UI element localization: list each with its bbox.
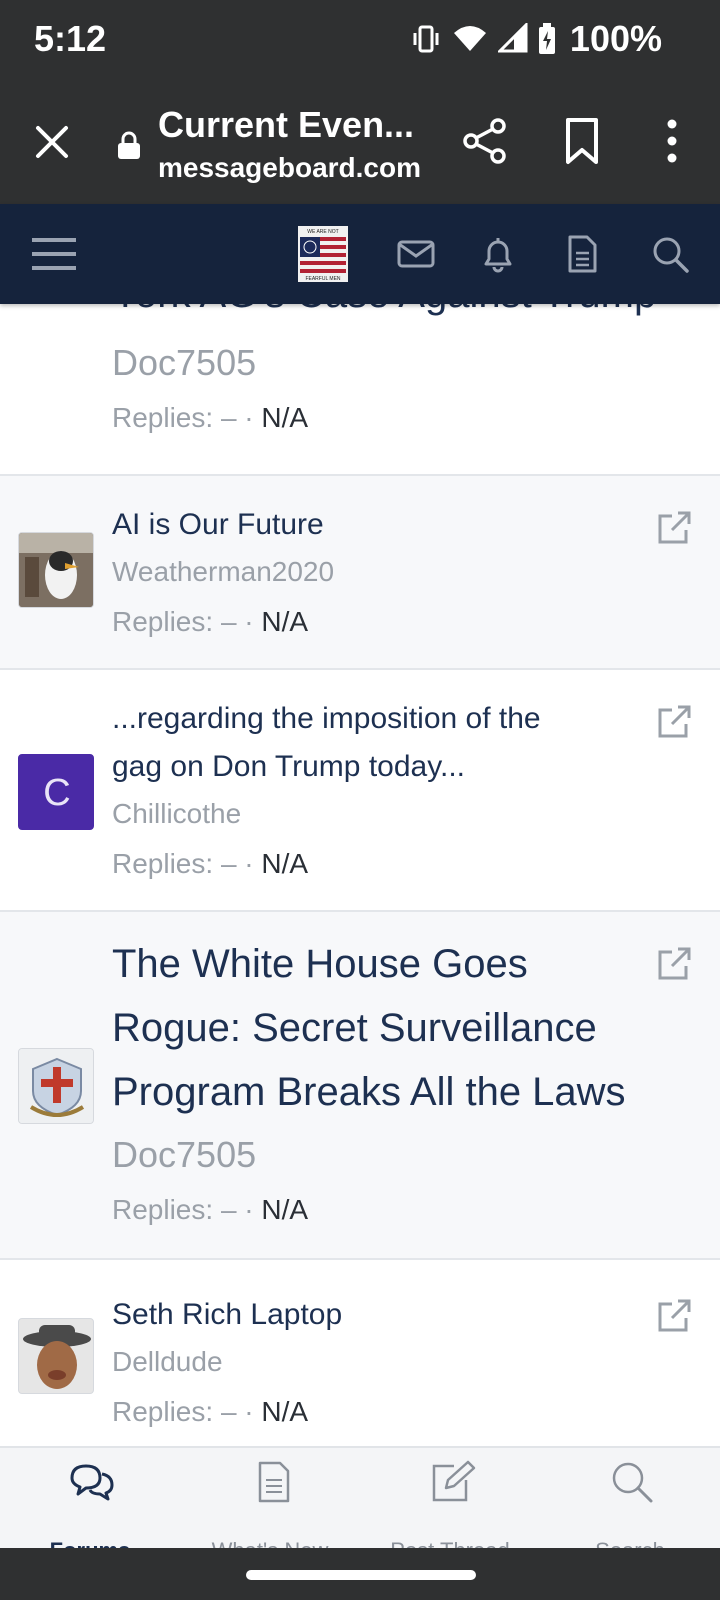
wifi-icon [453, 26, 486, 51]
thread-meta: Replies: – · N/A [112, 848, 308, 880]
thread-title-line-2[interactable]: gag on Don Trump today... [112, 750, 465, 784]
replies-label: Replies: [112, 606, 214, 637]
external-link-icon[interactable] [656, 510, 692, 546]
replies-separator: – · [220, 1396, 254, 1427]
replies-value: N/A [261, 402, 309, 433]
signal-icon [497, 23, 528, 53]
thread-row[interactable]: The White House Goes Rogue: Secret Surve… [0, 912, 720, 1260]
thread-meta: Replies: – · N/A [112, 1396, 308, 1428]
vibrate-icon [413, 25, 439, 53]
logo-bottom-text: FEARFUL MEN [305, 276, 340, 282]
replies-label: Replies: [112, 1194, 214, 1225]
replies-separator: – · [220, 1194, 254, 1225]
thread-list: York AG's Case Against Trump Doc7505 Rep… [0, 272, 720, 1460]
status-icons: 100% [410, 18, 662, 60]
battery-percent: 100% [569, 18, 662, 59]
thread-row[interactable]: York AG's Case Against Trump Doc7505 Rep… [0, 272, 720, 476]
tab-forums[interactable]: Forums [0, 1448, 180, 1548]
thread-meta: Replies: – · N/A [112, 606, 308, 638]
external-link-icon[interactable] [656, 946, 692, 982]
avatar-image [19, 533, 93, 607]
external-link-icon[interactable] [656, 704, 692, 740]
replies-value: N/A [261, 1396, 309, 1427]
page-title[interactable]: Current Even... [158, 104, 414, 146]
bell-icon[interactable] [478, 234, 518, 274]
forums-icon [70, 1464, 114, 1501]
thread-row[interactable]: C ...regarding the imposition of the gag… [0, 670, 720, 912]
thread-row[interactable]: AI is Our Future Weatherman2020 Replies:… [0, 476, 720, 670]
replies-separator: – · [220, 606, 254, 637]
thread-author[interactable]: Delldude [112, 1346, 223, 1378]
close-icon[interactable] [28, 118, 76, 166]
replies-value: N/A [261, 606, 309, 637]
thread-title-line-1[interactable]: ...regarding the imposition of the [112, 702, 541, 736]
edit-icon [432, 1460, 476, 1502]
thread-author[interactable]: Chillicothe [112, 798, 241, 830]
avatar[interactable] [18, 1048, 94, 1124]
tab-post-thread[interactable]: Post Thread [360, 1448, 540, 1548]
external-link-icon[interactable] [656, 1298, 692, 1334]
browser-toolbar: Current Even... messageboard.com [0, 86, 720, 204]
avatar-letter: C [43, 772, 71, 814]
thread-author[interactable]: Doc7505 [112, 1134, 256, 1176]
avatar-photo [19, 1319, 93, 1393]
home-gesture-handle[interactable] [246, 1570, 476, 1580]
forum-header: WE ARE NOT FEARFUL MEN [0, 204, 720, 304]
thread-author[interactable]: Doc7505 [112, 342, 256, 384]
status-time: 5:12 [34, 18, 107, 59]
thread-meta: Replies: – · N/A [112, 1194, 308, 1226]
avatar[interactable]: C [18, 754, 94, 830]
mail-icon[interactable] [396, 234, 436, 274]
search-icon [612, 1462, 653, 1503]
flag-logo-icon: WE ARE NOT FEARFUL MEN [298, 226, 348, 282]
thread-row[interactable]: Seth Rich Laptop Delldude Replies: – · N… [0, 1260, 720, 1460]
search-icon[interactable] [650, 234, 690, 274]
avatar[interactable] [18, 532, 94, 608]
thread-author[interactable]: Weatherman2020 [112, 556, 334, 588]
system-nav-bar [0, 1548, 720, 1600]
status-bar: 5:12 100% [0, 0, 720, 86]
replies-label: Replies: [112, 848, 214, 879]
bookmark-icon[interactable] [560, 116, 604, 166]
menu-icon[interactable] [32, 234, 76, 274]
avatar[interactable] [18, 1318, 94, 1394]
replies-separator: – · [220, 848, 254, 879]
replies-value: N/A [261, 1194, 309, 1225]
replies-separator: – · [220, 402, 254, 433]
logo-top-text: WE ARE NOT [307, 229, 338, 235]
replies-value: N/A [261, 848, 309, 879]
replies-label: Replies: [112, 1396, 214, 1427]
thread-title-line-3[interactable]: Program Breaks All the Laws [112, 1070, 626, 1115]
document-icon[interactable] [562, 234, 602, 274]
thread-title[interactable]: Seth Rich Laptop [112, 1298, 342, 1332]
tab-label: Post Thread [360, 1538, 540, 1548]
avatar-emblem [19, 1049, 93, 1123]
thread-title-line-2[interactable]: Rogue: Secret Surveillance [112, 1006, 597, 1051]
thread-meta: Replies: – · N/A [112, 402, 308, 434]
thread-title-line-1[interactable]: The White House Goes [112, 942, 528, 987]
site-logo[interactable]: WE ARE NOT FEARFUL MEN [298, 226, 348, 282]
more-options-icon[interactable] [652, 116, 692, 166]
share-icon[interactable] [462, 118, 508, 164]
document-icon [258, 1461, 290, 1503]
replies-label: Replies: [112, 402, 214, 433]
tab-label: What's New [180, 1538, 360, 1548]
bottom-tab-bar: Forums What's New Post Thread Search [0, 1446, 720, 1548]
thread-title[interactable]: AI is Our Future [112, 508, 324, 542]
lock-icon [118, 131, 140, 159]
tab-search[interactable]: Search [540, 1448, 720, 1548]
page-url[interactable]: messageboard.com [158, 152, 421, 184]
battery-icon [538, 23, 555, 54]
tab-label: Forums [0, 1538, 180, 1548]
tab-whats-new[interactable]: What's New [180, 1448, 360, 1548]
tab-label: Search [540, 1538, 720, 1548]
